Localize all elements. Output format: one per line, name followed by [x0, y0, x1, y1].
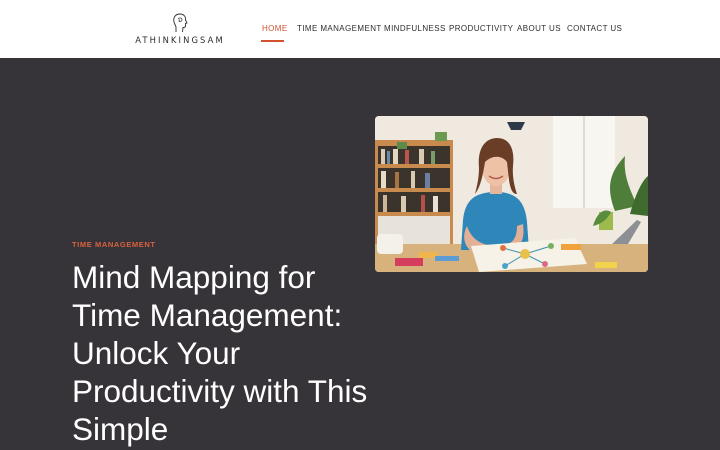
nav-mindfulness[interactable]: MINDFULNESS: [384, 24, 446, 33]
site-header: ATHINKINGSAM HOME TIME MANAGEMENT MINDFU…: [0, 0, 720, 58]
article-category-link[interactable]: TIME MANAGEMENT: [72, 240, 156, 249]
logo-text: ATHINKINGSAM: [135, 35, 225, 45]
nav-productivity[interactable]: PRODUCTIVITY: [449, 24, 513, 33]
nav-time-management[interactable]: TIME MANAGEMENT: [297, 24, 382, 33]
head-silhouette-icon: [173, 13, 188, 33]
article-title: Mind Mapping for Time Management: Unlock…: [72, 259, 368, 447]
featured-image-illustration: [375, 116, 648, 272]
featured-image: [375, 116, 648, 272]
nav-about-us[interactable]: ABOUT US: [517, 24, 561, 33]
nav-contact-us[interactable]: CONTACT US: [567, 24, 622, 33]
nav-active-indicator: [261, 40, 284, 42]
nav-home[interactable]: HOME: [262, 24, 288, 33]
site-logo[interactable]: ATHINKINGSAM: [131, 12, 229, 46]
